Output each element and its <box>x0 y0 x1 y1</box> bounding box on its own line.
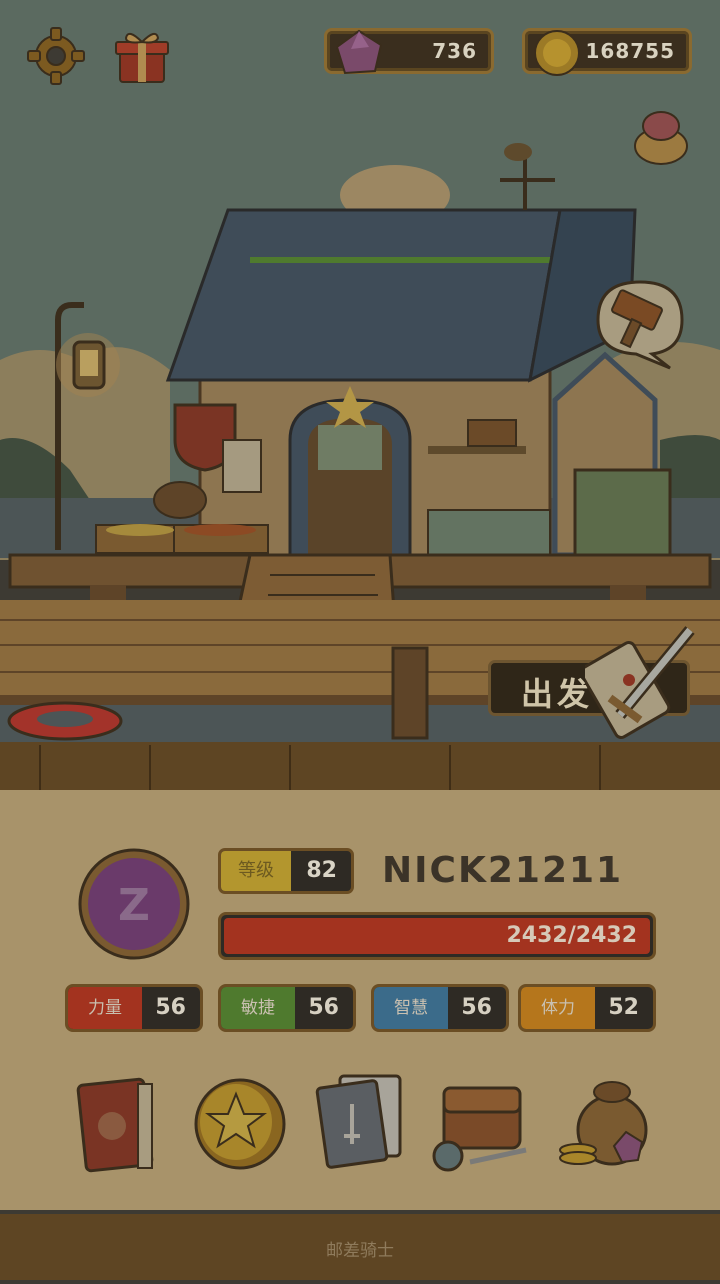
treasure-icon[interactable] <box>556 1070 656 1174</box>
level-label: 等级 <box>221 851 291 891</box>
build-hammer-bubble[interactable] <box>590 276 690 372</box>
loot-sack-icon[interactable] <box>632 106 690 166</box>
coin-icon <box>534 30 580 76</box>
stat-value: 56 <box>308 995 339 1020</box>
stat-label: 敏捷 <box>221 987 295 1029</box>
stat-value: 56 <box>155 995 186 1020</box>
sword-scroll-icon <box>585 626 695 739</box>
book-icon[interactable] <box>72 1070 172 1174</box>
stat-stamina: 体力 52 <box>518 984 656 1032</box>
level-badge: 等级 82 <box>218 848 354 894</box>
stat-label: 体力 <box>521 987 595 1029</box>
settings-button[interactable] <box>26 26 86 86</box>
gift-button[interactable] <box>112 26 172 86</box>
stat-value: 52 <box>608 995 639 1020</box>
emblem-letter: Z <box>118 880 150 931</box>
stat-agility: 敏捷 56 <box>218 984 356 1032</box>
hp-bar: 2432/2432 <box>218 912 656 960</box>
level-value: 82 <box>306 858 337 883</box>
coin-counter: 168755 <box>522 28 692 76</box>
gear-icon <box>27 27 85 85</box>
gift-icon <box>115 32 169 83</box>
footer-bar: 邮差骑士 <box>0 1214 720 1280</box>
gem-count: 736 <box>432 39 477 63</box>
stat-strength: 力量 56 <box>65 984 203 1032</box>
player-emblem[interactable]: Z <box>78 848 190 960</box>
stat-value: 56 <box>461 995 492 1020</box>
stat-label: 智慧 <box>374 987 448 1029</box>
star-coin-icon[interactable] <box>190 1070 290 1174</box>
cards-icon[interactable] <box>314 1070 414 1174</box>
depart-label: 出发 <box>521 675 594 713</box>
stat-wisdom: 智慧 56 <box>371 984 509 1032</box>
stat-label: 力量 <box>68 987 142 1029</box>
gem-icon <box>335 29 383 75</box>
footer-title: 邮差骑士 <box>326 1241 394 1261</box>
hp-text: 2432/2432 <box>506 923 638 948</box>
bag-icon[interactable] <box>430 1070 530 1174</box>
gem-counter: 736 <box>324 28 494 75</box>
player-name: NICK21211 <box>382 850 624 891</box>
coin-count: 168755 <box>585 39 675 63</box>
